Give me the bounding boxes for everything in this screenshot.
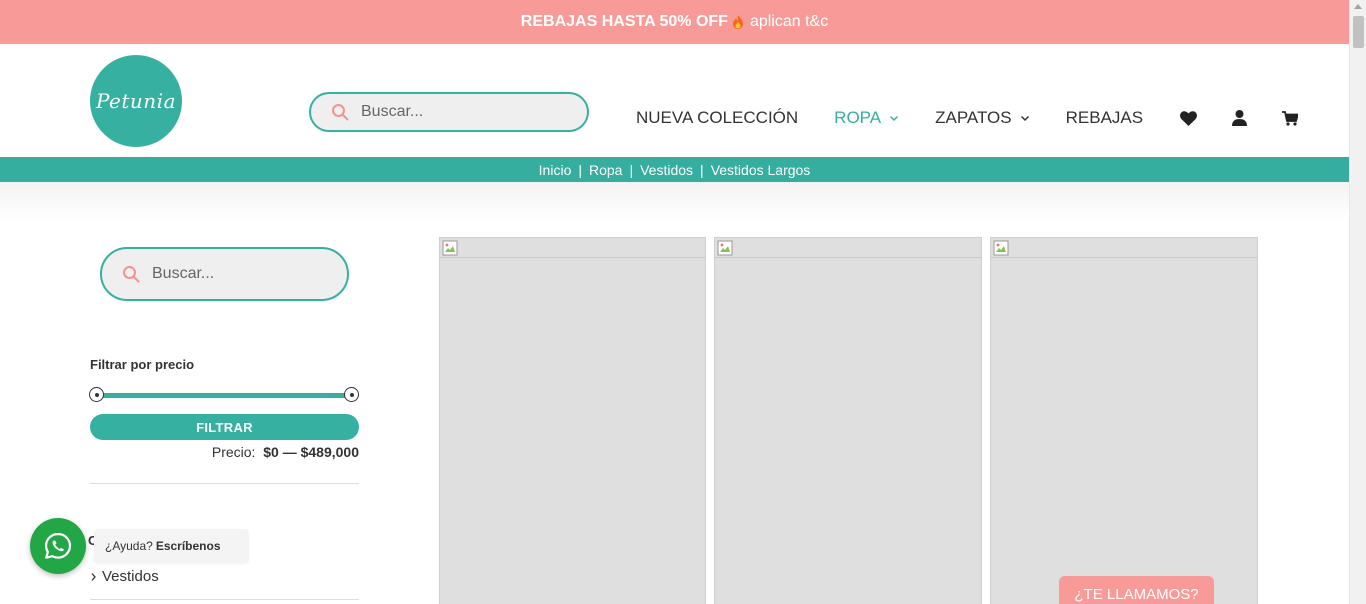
product-image-divider (715, 257, 981, 258)
site-header: Petunia NUEVA COLECCIÓN ROPA ZAPATOS (0, 44, 1349, 157)
promo-headline: REBAJAS HASTA 50% OFF (520, 13, 728, 30)
header-shadow (0, 182, 1349, 222)
whatsapp-tooltip-prefix: ¿Ayuda? (105, 539, 153, 553)
filter-button[interactable]: FILTRAR (90, 414, 359, 440)
category-label: Vestidos (102, 568, 159, 585)
user-icon[interactable] (1230, 109, 1248, 127)
heart-icon[interactable] (1179, 109, 1197, 127)
broken-image-icon (717, 240, 733, 256)
nav-item-label: ZAPATOS (935, 108, 1012, 127)
chevron-down-icon (1020, 115, 1029, 122)
product-image-divider (991, 257, 1257, 258)
breadcrumb-separator: | (578, 161, 582, 178)
flame-icon (732, 15, 743, 29)
nav-item-label: NUEVA COLECCIÓN (636, 108, 799, 127)
search-icon (123, 266, 140, 283)
breadcrumb-ropa[interactable]: Ropa (589, 162, 622, 178)
nav-item-ropa[interactable]: ROPA (834, 108, 899, 128)
scrollbar-thumb[interactable] (1353, 16, 1364, 48)
promo-bar[interactable]: REBAJAS HASTA 50% OFF aplican t&c (0, 0, 1349, 44)
search-icon (332, 104, 349, 121)
call-me-button[interactable]: ¿TE LLAMAMOS? (1059, 576, 1214, 604)
main-nav: NUEVA COLECCIÓN ROPA ZAPATOS REBAJAS (636, 106, 1332, 130)
breadcrumb-inicio[interactable]: Inicio (539, 162, 572, 178)
header-search (309, 92, 589, 132)
logo-text: Petunia (95, 89, 176, 113)
nav-item-label: REBAJAS (1065, 108, 1144, 127)
page: REBAJAS HASTA 50% OFF aplican t&c Petuni… (0, 0, 1366, 604)
price-max: $489,000 (300, 444, 359, 460)
whatsapp-button[interactable] (30, 518, 86, 574)
whatsapp-tooltip-bold: Escríbenos (155, 539, 221, 553)
category-item-vestidos[interactable]: Vestidos (90, 568, 159, 585)
price-range-text: Precio: $0 — $489,000 (90, 444, 359, 460)
breadcrumb-separator: | (700, 161, 704, 178)
sidebar-divider (90, 599, 359, 600)
nav-item-zapatos[interactable]: ZAPATOS (935, 108, 1030, 128)
product-card[interactable] (990, 237, 1258, 604)
breadcrumb-vestidos[interactable]: Vestidos (640, 162, 693, 178)
price-slider-max-handle[interactable] (344, 387, 359, 402)
chevron-right-icon (91, 572, 96, 581)
page-scrollbar[interactable] (1349, 0, 1366, 604)
logo[interactable]: Petunia (90, 55, 182, 147)
breadcrumb-current: Vestidos Largos (710, 161, 811, 178)
sidebar-divider (90, 483, 359, 484)
product-card[interactable] (714, 237, 982, 604)
sidebar-search-input[interactable] (152, 265, 332, 283)
broken-image-icon (442, 240, 458, 256)
nav-item-rebajas[interactable]: REBAJAS (1066, 108, 1143, 128)
product-image-divider (440, 257, 705, 258)
chevron-down-icon (890, 115, 899, 122)
promo-terms: aplican t&c (749, 13, 829, 30)
cart-icon[interactable] (1281, 109, 1299, 127)
price-filter-title: Filtrar por precio (90, 357, 195, 372)
nav-item-label: ROPA (834, 108, 882, 127)
price-label: Precio: (211, 444, 256, 460)
whatsapp-icon (44, 532, 72, 559)
price-slider-min-handle[interactable] (89, 387, 104, 402)
price-min: $0 (263, 444, 279, 460)
product-card[interactable] (439, 237, 706, 604)
nav-item-nueva-coleccion[interactable]: NUEVA COLECCIÓN (636, 108, 798, 128)
sidebar-search (100, 247, 349, 301)
header-search-input[interactable] (361, 103, 561, 121)
price-dash: — (282, 444, 297, 460)
breadcrumb-separator: | (629, 161, 634, 178)
price-slider-track[interactable] (96, 393, 351, 398)
broken-image-icon (993, 240, 1009, 256)
scroll-up-arrow-icon[interactable] (1354, 4, 1362, 9)
breadcrumb: Inicio | Ropa | Vestidos | Vestidos Larg… (0, 157, 1349, 182)
whatsapp-tooltip[interactable]: ¿Ayuda? Escríbenos (94, 529, 249, 563)
